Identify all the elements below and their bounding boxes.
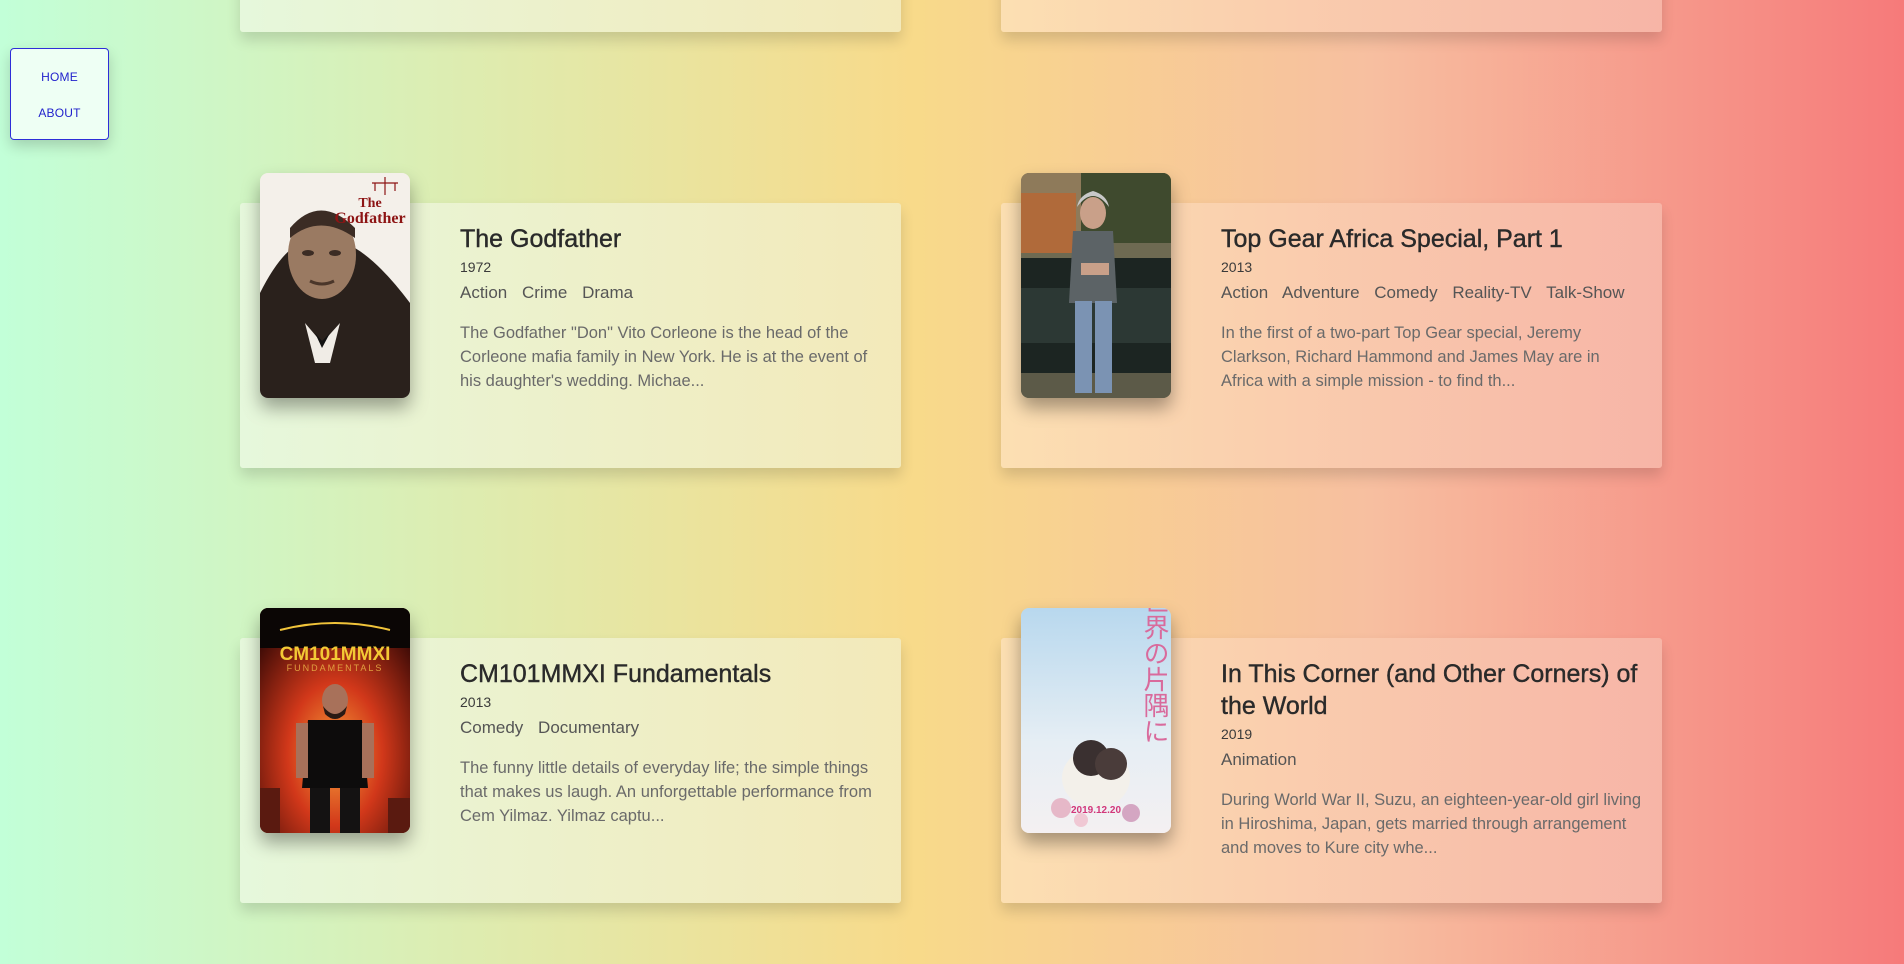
movie-title[interactable]: CM101MMXI Fundamentals xyxy=(460,658,883,690)
movie-poster[interactable]: この世界の片隅に 2019.12.20 xyxy=(1021,608,1171,833)
movie-genres: Comedy Documentary xyxy=(460,718,883,738)
movie-poster[interactable] xyxy=(1021,173,1171,398)
corner-of-world-poster-image: この世界の片隅に 2019.12.20 xyxy=(1021,608,1171,833)
movie-title[interactable]: In This Corner (and Other Corners) of th… xyxy=(1221,658,1644,722)
movie-title[interactable]: The Godfather xyxy=(460,223,883,255)
movie-card[interactable]: この世界の片隅に 2019.12.20 In This Corner (and … xyxy=(1001,608,1662,903)
topgear-poster-image xyxy=(1021,173,1171,398)
movie-title[interactable]: Top Gear Africa Special, Part 1 xyxy=(1221,223,1644,255)
nav-home-link[interactable]: HOME xyxy=(11,70,108,84)
movie-year: 1972 xyxy=(460,259,492,275)
movie-description: In the first of a two-part Top Gear spec… xyxy=(1221,324,1600,390)
godfather-poster-image: The Godfather xyxy=(260,173,410,398)
movie-card[interactable]: CM101MMXI FUNDAMENTALS CM101MMXI Fundame… xyxy=(240,608,901,903)
movie-info: The Godfather 1972 Action Crime Drama Th… xyxy=(460,223,883,393)
movie-description: The Godfather "Don" Vito Corleone is the… xyxy=(460,324,868,390)
movie-description: The funny little details of everyday lif… xyxy=(460,759,872,825)
svg-text:The: The xyxy=(358,196,381,211)
movie-year: 2013 xyxy=(460,694,492,710)
main-nav: HOME ABOUT xyxy=(10,48,109,140)
genre-tag: Adventure xyxy=(1282,283,1360,302)
cm101mmxi-poster-image: CM101MMXI FUNDAMENTALS xyxy=(260,608,410,833)
movie-genres: Action Crime Drama xyxy=(460,283,883,303)
svg-text:Godfather: Godfather xyxy=(334,210,405,227)
movie-info: In This Corner (and Other Corners) of th… xyxy=(1221,658,1644,860)
movie-poster[interactable]: The Godfather xyxy=(260,173,410,398)
genre-tag: Reality-TV xyxy=(1452,283,1532,302)
genre-tag: Documentary xyxy=(538,718,640,737)
movie-card-partial[interactable] xyxy=(240,0,901,32)
genre-tag: Comedy xyxy=(460,718,524,737)
movie-info: CM101MMXI Fundamentals 2013 Comedy Docum… xyxy=(460,658,883,828)
movie-genres: Action Adventure Comedy Reality-TV Talk-… xyxy=(1221,283,1644,303)
genre-tag: Animation xyxy=(1221,750,1297,769)
movie-poster[interactable]: CM101MMXI FUNDAMENTALS xyxy=(260,608,410,833)
nav-about-link[interactable]: ABOUT xyxy=(11,106,108,120)
genre-tag: Comedy xyxy=(1374,283,1438,302)
movie-description: During World War II, Suzu, an eighteen-y… xyxy=(1221,791,1642,857)
genre-tag: Crime xyxy=(521,283,568,302)
movie-info: Top Gear Africa Special, Part 1 2013 Act… xyxy=(1221,223,1644,393)
svg-text:FUNDAMENTALS: FUNDAMENTALS xyxy=(287,663,384,673)
movie-card[interactable]: Top Gear Africa Special, Part 1 2013 Act… xyxy=(1001,173,1662,468)
svg-text:2019.12.20: 2019.12.20 xyxy=(1071,805,1121,816)
movie-genres: Animation xyxy=(1221,750,1644,770)
movie-year: 2019 xyxy=(1221,726,1253,742)
movie-card[interactable]: The Godfather The Godfather 1972 Action … xyxy=(240,173,901,468)
movie-card-partial[interactable] xyxy=(1001,0,1662,32)
genre-tag: Talk-Show xyxy=(1546,283,1625,302)
genre-tag: Drama xyxy=(582,283,634,302)
genre-tag: Action xyxy=(460,283,508,302)
svg-text:この世界の片隅に: この世界の片隅に xyxy=(1139,608,1169,744)
svg-text:CM101MMXI: CM101MMXI xyxy=(280,644,391,665)
genre-tag: Action xyxy=(1221,283,1269,302)
movie-year: 2013 xyxy=(1221,259,1253,275)
